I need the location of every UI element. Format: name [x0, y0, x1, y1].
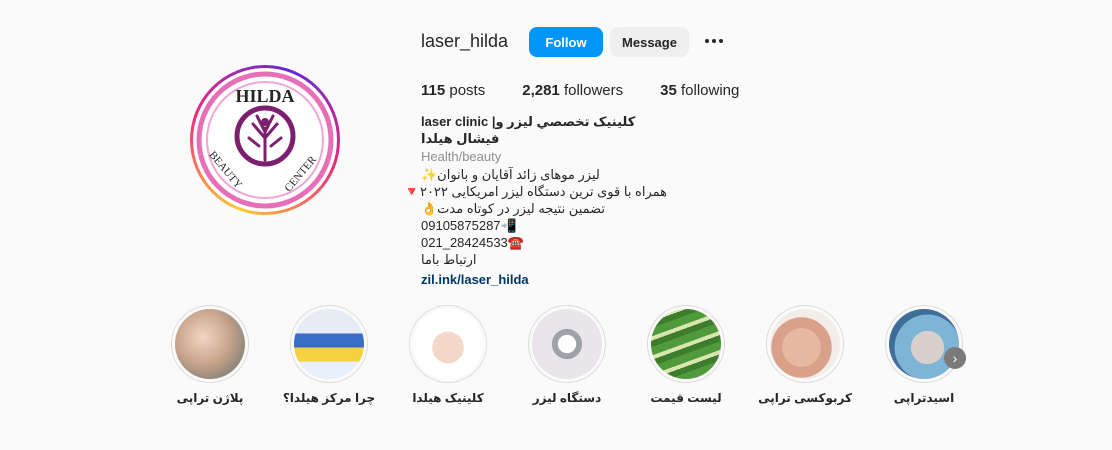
highlight-label: پلاژن تراپی [176, 391, 244, 405]
highlight-item[interactable]: کلینیک هیلدا [393, 305, 503, 405]
highlight-label: دستگاه لیزر [532, 391, 602, 405]
profile-stats: 115 posts 2,281 followers 35 following [421, 82, 776, 99]
highlight-thumbnail [294, 309, 364, 379]
highlight-ring [885, 305, 963, 383]
highlight-ring [409, 305, 487, 383]
profile-bio: laser clinic |كلينيک تخصصي ليزر و فيشال … [403, 113, 681, 288]
bio-category: Health/beauty [421, 149, 502, 164]
highlight-thumbnail [889, 309, 959, 379]
followers-count: 2,281 [522, 82, 560, 99]
more-options-icon[interactable] [702, 31, 726, 51]
hilda-logo: HILDA BEAUTY CENTER [196, 71, 334, 209]
highlight-label: چرا مرکز هیلدا؟ [282, 391, 376, 405]
following-count: 35 [660, 82, 677, 99]
highlight-item[interactable]: لیست قیمت [631, 305, 741, 405]
highlight-label: کربوکسی تراپی [758, 391, 852, 405]
highlight-ring [766, 305, 844, 383]
highlight-label: لیست قیمت [650, 391, 722, 405]
following-stat[interactable]: 35 following [660, 82, 739, 99]
bio-name: laser clinic |كلينيک تخصصي ليزر و فيشال … [421, 114, 636, 146]
bio-line: ليزر موهای زائد آقایان و بانوان✨ [421, 167, 600, 182]
bio-link[interactable]: zil.ink/laser_hilda [421, 271, 681, 288]
follow-button[interactable]: Follow [529, 27, 603, 57]
highlight-ring [528, 305, 606, 383]
highlight-ring [171, 305, 249, 383]
highlight-label: اسیدتراپی [893, 391, 955, 405]
posts-count: 115 [421, 82, 446, 99]
followers-label: followers [563, 82, 624, 99]
logo-text-top: HILDA [235, 86, 294, 106]
avatar-image: HILDA BEAUTY CENTER [193, 68, 337, 212]
bio-line: ارتباط باما [421, 252, 477, 267]
highlight-ring [647, 305, 725, 383]
highlight-item[interactable]: پلاژن تراپی [155, 305, 265, 405]
highlight-thumbnail [175, 309, 245, 379]
highlight-item[interactable]: دستگاه لیزر [512, 305, 622, 405]
highlight-ring [290, 305, 368, 383]
bio-line: همراه با قوی ترین دستگاه لیزر امریکایی ۲… [403, 184, 667, 199]
highlight-thumbnail [532, 309, 602, 379]
highlight-thumbnail [651, 309, 721, 379]
bio-line: ☎️28424533_021 [421, 235, 524, 250]
followers-stat[interactable]: 2,281 followers [522, 82, 623, 99]
posts-stat[interactable]: 115 posts [421, 82, 485, 99]
highlight-item[interactable]: چرا مرکز هیلدا؟ [274, 305, 384, 405]
chevron-right-icon[interactable]: › [944, 347, 966, 369]
highlight-item[interactable]: کربوکسی تراپی [750, 305, 860, 405]
highlight-thumbnail [413, 309, 483, 379]
highlight-label: کلینیک هیلدا [412, 391, 484, 405]
bio-text: ليزر موهای زائد آقایان و بانوان✨ همراه ب… [403, 166, 667, 268]
profile-username: laser_hilda [421, 31, 509, 51]
message-button[interactable]: Message [610, 27, 689, 57]
bio-line: 📲09105875287 [421, 218, 517, 233]
profile-avatar[interactable]: HILDA BEAUTY CENTER [190, 65, 340, 215]
bio-line: تضمین نتیجه لیزر در کوتاه مدت👌 [421, 201, 606, 216]
posts-label: posts [449, 82, 486, 99]
highlight-thumbnail [770, 309, 840, 379]
following-label: following [681, 82, 740, 99]
story-highlights: پلاژن تراپی چرا مرکز هیلدا؟ کلینیک هیلدا… [168, 305, 988, 415]
